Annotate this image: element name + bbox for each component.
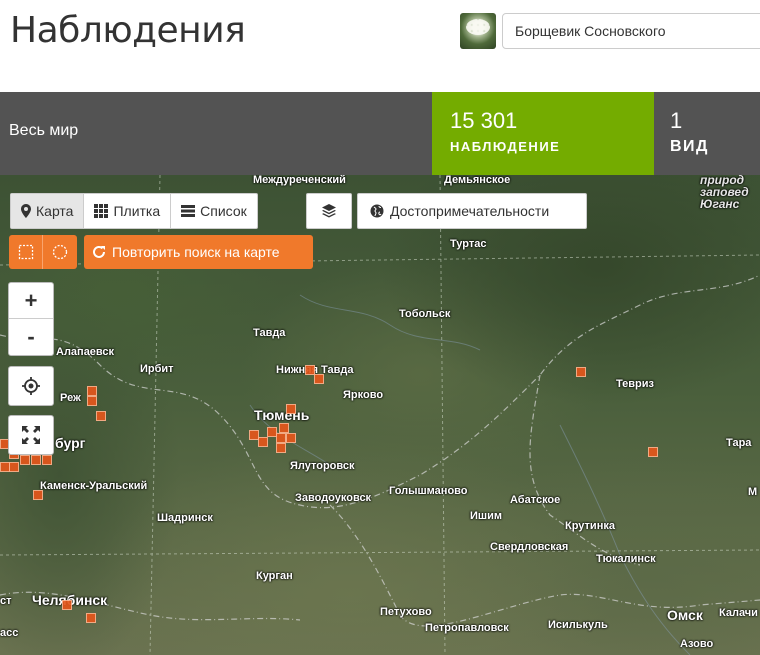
landmarks-label: Достопримечательности bbox=[390, 203, 550, 219]
observation-cell[interactable] bbox=[87, 396, 97, 406]
circle-select-button[interactable] bbox=[43, 235, 77, 269]
city-label: Петухово bbox=[380, 606, 432, 618]
city-label: Тюкалинск bbox=[596, 553, 656, 565]
locate-button[interactable] bbox=[8, 366, 54, 406]
observation-cell[interactable] bbox=[9, 462, 19, 472]
observation-cell[interactable] bbox=[87, 386, 97, 396]
city-label: Абатское bbox=[510, 494, 561, 506]
zoom-in-button[interactable]: + bbox=[9, 283, 53, 319]
zoom-controls: + - bbox=[8, 282, 54, 356]
city-label: Омск bbox=[667, 607, 703, 623]
city-label: Ишим bbox=[470, 510, 502, 522]
map-marker-icon bbox=[21, 204, 31, 218]
locate-icon bbox=[22, 377, 40, 395]
redo-search-button[interactable]: Повторить поиск на карте bbox=[84, 235, 313, 269]
layers-button[interactable] bbox=[306, 193, 352, 229]
city-label: Исилькуль bbox=[548, 619, 608, 631]
observation-cell[interactable] bbox=[276, 433, 286, 443]
city-label: Алапаевск bbox=[56, 346, 115, 358]
observation-cell[interactable] bbox=[286, 404, 296, 414]
taxon-search-input[interactable] bbox=[502, 13, 760, 49]
city-label: Туртас bbox=[450, 238, 487, 250]
taxon-thumbnail bbox=[460, 13, 496, 49]
city-label: Тара bbox=[726, 437, 752, 449]
observation-cell[interactable] bbox=[276, 443, 286, 453]
observation-cell[interactable] bbox=[86, 613, 96, 623]
city-label: Петропавловск bbox=[425, 622, 509, 634]
stats-bar: Весь мир 15 301 НАБЛЮДЕНИЕ 1 ВИД bbox=[0, 92, 760, 175]
observation-cell[interactable] bbox=[314, 374, 324, 384]
tab-grid-label: Плитка bbox=[113, 203, 161, 219]
observations-count: 15 301 bbox=[450, 108, 518, 133]
circle-select-icon bbox=[52, 244, 68, 260]
city-label: Заводоуковск bbox=[295, 492, 372, 504]
tab-grid[interactable]: Плитка bbox=[84, 194, 172, 228]
city-label: Демьянское bbox=[444, 175, 511, 186]
city-label: Тюмень bbox=[254, 407, 310, 423]
city-label: Ялуторовск bbox=[290, 460, 355, 472]
observation-cell[interactable] bbox=[279, 423, 289, 433]
city-label: Тевриз bbox=[616, 378, 655, 390]
city-label: Ярково bbox=[343, 389, 384, 401]
city-label: Азово bbox=[680, 638, 714, 650]
refresh-icon bbox=[93, 245, 105, 258]
city-label: Шадринск bbox=[157, 512, 213, 524]
observation-cell[interactable] bbox=[96, 411, 106, 421]
city-label: Тобольск bbox=[399, 308, 451, 320]
view-tabs: Карта Плитка Список bbox=[10, 193, 258, 229]
rectangle-select-icon bbox=[18, 244, 33, 260]
tab-list-label: Список bbox=[200, 203, 247, 219]
city-label: Крутинка bbox=[565, 520, 615, 532]
species-stat[interactable]: 1 ВИД bbox=[654, 92, 760, 175]
observation-cell[interactable] bbox=[258, 437, 268, 447]
place-filter[interactable]: Весь мир bbox=[9, 122, 78, 140]
tab-list[interactable]: Список bbox=[171, 194, 257, 228]
landmarks-button[interactable]: Достопримечательности bbox=[357, 193, 587, 229]
city-label: Тавда bbox=[253, 327, 286, 339]
city-label: ст bbox=[0, 595, 12, 607]
city-label: Каменск-Уральский bbox=[40, 480, 148, 492]
city-label: Курган bbox=[256, 570, 293, 582]
city-label: Междуреченский bbox=[253, 175, 346, 186]
observation-cell[interactable] bbox=[31, 455, 41, 465]
observation-cell[interactable] bbox=[20, 455, 30, 465]
city-label: Голышманово bbox=[389, 485, 468, 497]
city-label: М bbox=[748, 486, 758, 498]
zoom-out-button[interactable]: - bbox=[9, 319, 53, 355]
list-icon bbox=[181, 205, 196, 217]
observation-cell[interactable] bbox=[576, 367, 586, 377]
observation-cell[interactable] bbox=[42, 455, 52, 465]
city-label: Реж bbox=[60, 392, 81, 404]
page-header: Наблюдения bbox=[0, 0, 760, 92]
city-label: бург bbox=[55, 435, 86, 451]
city-label: Ирбит bbox=[140, 363, 174, 375]
observation-cell[interactable] bbox=[62, 600, 72, 610]
city-label: асс bbox=[0, 627, 19, 639]
fullscreen-icon bbox=[22, 426, 40, 444]
observation-cell[interactable] bbox=[286, 433, 296, 443]
layers-icon bbox=[322, 204, 336, 218]
fullscreen-button[interactable] bbox=[8, 415, 54, 455]
species-count: 1 bbox=[670, 108, 683, 133]
rectangle-select-button[interactable] bbox=[9, 235, 43, 269]
observation-cell[interactable] bbox=[33, 490, 43, 500]
shape-tools bbox=[9, 235, 77, 269]
globe-icon bbox=[370, 204, 384, 218]
tab-map[interactable]: Карта bbox=[11, 194, 85, 228]
tab-map-label: Карта bbox=[36, 203, 74, 219]
species-label: ВИД bbox=[670, 138, 709, 155]
observation-map[interactable]: Междуреченский Демьянское природ заповед… bbox=[0, 175, 760, 655]
page-title: Наблюдения bbox=[10, 10, 246, 51]
observation-cell[interactable] bbox=[648, 447, 658, 457]
city-label: Свердловская bbox=[490, 541, 569, 553]
redo-search-label: Повторить поиск на карте bbox=[112, 244, 280, 260]
city-label: природ заповед Юганс bbox=[700, 175, 749, 211]
observations-stat[interactable]: 15 301 НАБЛЮДЕНИЕ bbox=[432, 92, 654, 175]
grid-icon bbox=[94, 204, 109, 218]
observations-label: НАБЛЮДЕНИЕ bbox=[450, 139, 561, 154]
city-label: Калачи bbox=[719, 607, 758, 619]
